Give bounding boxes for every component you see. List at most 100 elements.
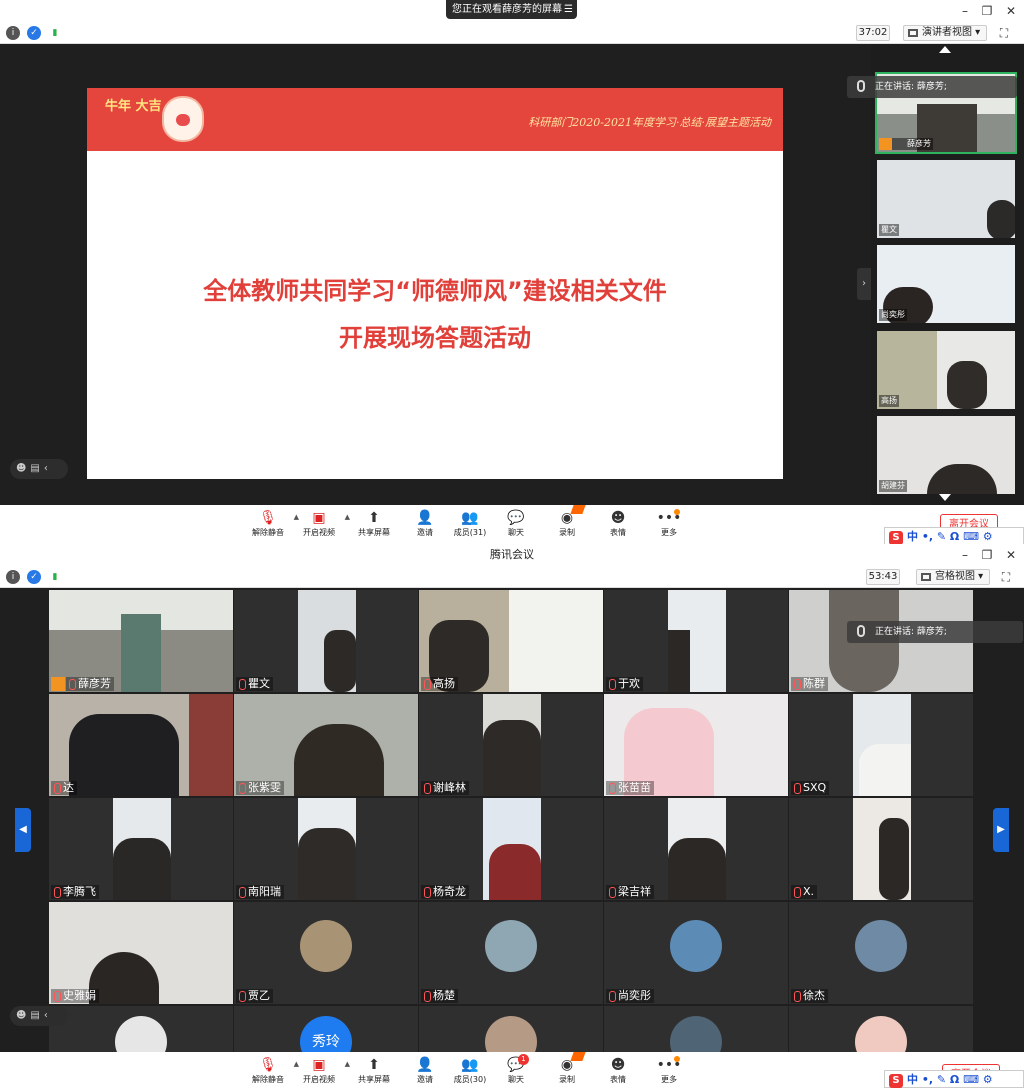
reactions-button[interactable]: ☻ 表情: [593, 1056, 643, 1085]
watching-screen-banner[interactable]: 您正在观看薛彦芳的屏幕 ☰: [446, 0, 577, 19]
participant-tile[interactable]: 杨奇龙: [419, 798, 603, 900]
close-icon[interactable]: ✕: [1000, 2, 1022, 20]
prev-page-button[interactable]: ◀: [15, 808, 31, 852]
close-icon[interactable]: ✕: [1000, 546, 1022, 564]
participant-tile[interactable]: [789, 1006, 973, 1052]
scroll-up-icon[interactable]: [939, 46, 951, 53]
participant-tile[interactable]: 谢峰林: [419, 694, 603, 796]
avatar: [855, 920, 907, 972]
sogou-icon: S: [889, 1074, 903, 1088]
participant-tile[interactable]: SXQ: [789, 694, 973, 796]
participant-name: 达: [51, 781, 77, 795]
host-icon: [879, 138, 892, 150]
speaking-text: 正在讲话: 薛彦芳;: [875, 627, 947, 637]
participant-tile[interactable]: 尚奕彤: [604, 902, 788, 1004]
scroll-down-icon[interactable]: [939, 494, 951, 501]
reactions-button[interactable]: ☻ 表情: [593, 509, 643, 538]
shield-icon[interactable]: ✓: [27, 26, 41, 40]
reaction-bar[interactable]: ☻▤‹: [10, 1006, 68, 1026]
info-icon[interactable]: i: [6, 570, 20, 584]
record-icon: ◉: [560, 1057, 574, 1073]
signal-icon[interactable]: ▮: [48, 26, 62, 40]
minimize-icon[interactable]: –: [954, 546, 976, 564]
participant-tile[interactable]: 秀玲: [234, 1006, 418, 1052]
invite-button[interactable]: 👤 邀请: [400, 509, 450, 538]
participant-tile[interactable]: 史雅娟: [49, 902, 233, 1004]
unmute-button[interactable]: 🎙 解除静音 ▲: [243, 1056, 299, 1085]
view-mode-dropdown[interactable]: 演讲者视图 ▾: [903, 25, 988, 41]
host-icon: [51, 677, 65, 691]
participant-tile[interactable]: [49, 1006, 233, 1052]
unmute-button[interactable]: 🎙 解除静音 ▲: [243, 509, 299, 538]
thumbnail-video[interactable]: 尚奕彤: [877, 245, 1015, 323]
participant-tile[interactable]: X.: [789, 798, 973, 900]
record-button[interactable]: ◉ 录制: [542, 1052, 592, 1085]
participant-tile[interactable]: 李腾飞: [49, 798, 233, 900]
menu-icon[interactable]: ☰: [564, 0, 573, 19]
thumbnail-video[interactable]: 胡建芬: [877, 416, 1015, 494]
participant-tile[interactable]: 达: [49, 694, 233, 796]
participant-tile[interactable]: 于欢: [604, 590, 788, 692]
share-screen-button[interactable]: ⬆ 共享屏幕: [349, 509, 399, 538]
reaction-bar[interactable]: ☻▤‹: [10, 459, 68, 479]
invite-label: 邀请: [417, 528, 433, 537]
slide-department-line: 科研部门2020-2021年度学习·总结·展望主题活动: [528, 116, 771, 129]
members-button[interactable]: 👥 成员(31): [445, 509, 495, 538]
members-button[interactable]: 👥 成员(30): [445, 1056, 495, 1085]
reactions-label: 表情: [610, 528, 626, 537]
participant-grid: 薛彦芳 瞿文 高扬 于欢 陈群 达 张紫雯 谢峰林 张苗苗 SXQ 李腾飞 南阳…: [49, 590, 975, 1052]
invite-button[interactable]: 👤 邀请: [400, 1056, 450, 1085]
slide-heading-line1: 全体教师共同学习“师德师风”建设相关文件: [203, 277, 667, 305]
participant-tile[interactable]: 杨楚: [419, 902, 603, 1004]
participant-tile[interactable]: 瞿文: [234, 590, 418, 692]
participant-tile[interactable]: 徐杰: [789, 902, 973, 1004]
grid-view-icon: [921, 573, 931, 581]
participant-tile[interactable]: 贾乙: [234, 902, 418, 1004]
participant-name: 李腾飞: [51, 885, 99, 899]
participant-tile[interactable]: [419, 1006, 603, 1052]
participant-name: 杨奇龙: [421, 885, 469, 899]
more-button[interactable]: ••• 更多: [644, 509, 694, 538]
thumbnail-video[interactable]: 高扬: [877, 331, 1015, 409]
fullscreen-icon[interactable]: ⛶: [998, 569, 1014, 585]
thumbnail-name: 瞿文: [879, 224, 899, 236]
chat-button[interactable]: 1 💬 聊天: [491, 1054, 541, 1085]
share-label: 共享屏幕: [358, 528, 390, 537]
participant-tile[interactable]: 南阳瑞: [234, 798, 418, 900]
start-video-button[interactable]: ▣ 开启视频 ▲: [294, 1056, 350, 1085]
signal-icon[interactable]: ▮: [48, 570, 62, 584]
start-video-button[interactable]: ▣ 开启视频 ▲: [294, 509, 350, 538]
info-icon[interactable]: i: [6, 26, 20, 40]
more-label: 更多: [661, 528, 677, 537]
participant-tile[interactable]: 梁吉祥: [604, 798, 788, 900]
ox-mascot-icon: [162, 96, 204, 142]
notification-dot: [674, 1056, 680, 1062]
chat-label: 聊天: [508, 1075, 524, 1084]
chat-button[interactable]: 💬 聊天: [491, 509, 541, 538]
minimize-icon[interactable]: –: [954, 2, 976, 20]
collapse-sidebar-button[interactable]: ›: [857, 268, 871, 300]
info-bar: i ✓ ▮ 37:02 演讲者视图 ▾ ⛶: [0, 22, 1024, 44]
record-label: 录制: [559, 528, 575, 537]
restore-icon[interactable]: ❐: [976, 546, 998, 564]
shield-icon[interactable]: ✓: [27, 570, 41, 584]
participant-tile[interactable]: 张紫雯: [234, 694, 418, 796]
meeting-toolbar: 🎙 解除静音 ▲ ▣ 开启视频 ▲ ⬆ 共享屏幕 👤 邀请 👥 成员(30) 1…: [0, 1052, 1024, 1088]
participant-name: 梁吉祥: [606, 885, 654, 899]
view-mode-dropdown[interactable]: 宫格视图 ▾: [916, 569, 991, 585]
thumbnail-video[interactable]: 瞿文: [877, 160, 1015, 238]
next-page-button[interactable]: ▶: [993, 808, 1009, 852]
restore-icon[interactable]: ❐: [976, 2, 998, 20]
more-button[interactable]: ••• 更多: [644, 1056, 694, 1085]
fullscreen-icon[interactable]: ⛶: [996, 25, 1012, 41]
participant-tile[interactable]: 张苗苗: [604, 694, 788, 796]
ime-toolbar[interactable]: S中 •, ✎ Ω ⌨ ⚙: [884, 527, 1024, 544]
participant-name: 尚奕彤: [606, 989, 654, 1003]
ime-toolbar[interactable]: S中 •, ✎ Ω ⌨ ⚙: [884, 1070, 1024, 1088]
participant-tile[interactable]: 薛彦芳: [49, 590, 233, 692]
share-screen-button[interactable]: ⬆ 共享屏幕: [349, 1056, 399, 1085]
record-button[interactable]: ◉ 录制: [542, 505, 592, 538]
participant-tile[interactable]: [604, 1006, 788, 1052]
participant-tile[interactable]: 高扬: [419, 590, 603, 692]
window-title: 腾讯会议: [490, 548, 534, 561]
